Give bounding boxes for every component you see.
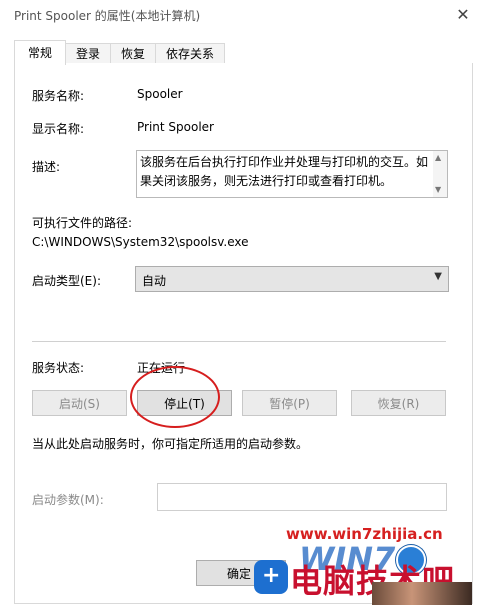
tab-panel-general (14, 63, 473, 604)
divider (32, 341, 446, 342)
start-params-hint: 当从此处启动服务时，你可指定所适用的启动参数。 (32, 437, 309, 451)
path-value: C:\WINDOWS\System32\spoolsv.exe (32, 235, 249, 249)
display-name-value: Print Spooler (137, 120, 214, 134)
description-text: 该服务在后台执行打印作业并处理与打印机的交互。如果关闭该服务，则无法进行打印或查… (140, 155, 429, 188)
service-name-label: 服务名称: (32, 89, 85, 103)
watermark-logo-icon: + (254, 560, 288, 594)
window-title: Print Spooler 的属性(本地计算机) (14, 9, 201, 23)
annotation-circle (130, 366, 220, 428)
tab-general[interactable]: 常规 (14, 40, 66, 65)
start-params-input[interactable] (157, 483, 447, 511)
startup-type-value: 自动 (142, 274, 167, 288)
properties-dialog: Print Spooler 的属性(本地计算机) ✕ 常规 登录 恢复 依存关系… (0, 0, 486, 605)
pause-button[interactable]: 暂停(P) (242, 390, 337, 416)
service-name-value: Spooler (137, 87, 183, 101)
description-textbox[interactable]: 该服务在后台执行打印作业并处理与打印机的交互。如果关闭该服务，则无法进行打印或查… (136, 150, 448, 198)
tab-recovery[interactable]: 恢复 (110, 43, 156, 64)
start-button[interactable]: 启动(S) (32, 390, 127, 416)
title-bar: Print Spooler 的属性(本地计算机) ✕ (0, 0, 486, 30)
service-status-label: 服务状态: (32, 361, 85, 375)
description-label: 描述: (32, 160, 61, 174)
tab-logon[interactable]: 登录 (65, 43, 111, 64)
display-name-label: 显示名称: (32, 122, 85, 136)
watermark-photo (372, 582, 472, 605)
chevron-down-icon: ▼ (434, 271, 442, 282)
startup-type-label: 启动类型(E): (32, 274, 101, 288)
start-params-label: 启动参数(M): (32, 493, 104, 507)
description-scrollbar[interactable]: ▲ ▼ (433, 151, 447, 197)
scroll-up-icon[interactable]: ▲ (435, 153, 441, 162)
path-label: 可执行文件的路径: (32, 216, 133, 230)
close-icon[interactable]: ✕ (451, 3, 475, 27)
startup-type-select[interactable]: 自动 ▼ (135, 266, 449, 292)
scroll-down-icon[interactable]: ▼ (435, 185, 441, 194)
tab-dependencies[interactable]: 依存关系 (155, 43, 225, 64)
resume-button[interactable]: 恢复(R) (351, 390, 446, 416)
